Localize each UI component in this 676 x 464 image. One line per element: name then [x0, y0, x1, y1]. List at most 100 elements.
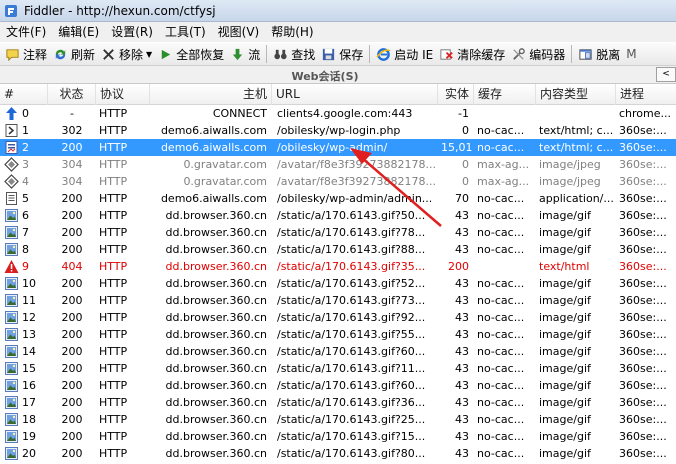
session-row[interactable]: 2 200 HTTP demo6.aiwalls.com/obilesky/wp-ad…: [0, 139, 676, 156]
session-cache: no-cac...: [477, 192, 525, 205]
session-host: dd.browser.360.cn: [165, 430, 267, 443]
reissue-button[interactable]: 刷新: [50, 43, 98, 65]
remove-x-icon: [103, 48, 114, 60]
session-url: /static/a/170.6143.gif?60...: [277, 379, 426, 392]
session-row[interactable]: 12 200 HTTP dd.browser.360.cn/static/a/170.…: [0, 309, 676, 326]
play-icon: [161, 49, 171, 59]
menu-file[interactable]: 文件(F): [0, 22, 52, 42]
find-label: 查找: [291, 47, 316, 62]
session-row[interactable]: 6 200 HTTP dd.browser.360.cn/static/a/170.6…: [0, 207, 676, 224]
remove-button[interactable]: 移除 ▼: [98, 43, 155, 65]
session-url: /static/a/170.6143.gif?15...: [277, 430, 426, 443]
menu-settings[interactable]: 设置(R): [105, 22, 159, 42]
launch-ie-button[interactable]: 启动 IE: [373, 43, 436, 65]
column-header-content-type[interactable]: 内容类型: [536, 84, 616, 105]
column-header-num[interactable]: #: [0, 84, 48, 105]
session-host: dd.browser.360.cn: [165, 328, 267, 341]
session-process: 360se:...: [619, 328, 667, 341]
save-button[interactable]: 保存: [318, 43, 366, 65]
session-status: 200: [61, 447, 83, 460]
session-row[interactable]: 3 304 HTTP 0.gravatar.com/avatar/f8e3f39273…: [0, 156, 676, 173]
session-body-size: 43: [455, 379, 469, 392]
session-content-type: image/gif: [539, 311, 591, 324]
session-row[interactable]: 19 200 HTTP dd.browser.360.cn/static/a/170.…: [0, 428, 676, 445]
session-process: 360se:...: [619, 413, 667, 426]
image-icon: [5, 226, 18, 239]
launch-ie-label: 启动 IE: [394, 47, 434, 62]
session-number: 8: [22, 243, 29, 256]
resume-all-button[interactable]: 全部恢复: [155, 43, 227, 65]
clear-cache-button[interactable]: 清除缓存: [436, 43, 508, 65]
find-button[interactable]: 查找: [270, 43, 318, 65]
session-number: 5: [22, 192, 29, 205]
session-row[interactable]: 14 200 HTTP dd.browser.360.cn/static/a/170.…: [0, 343, 676, 360]
session-number: 18: [22, 413, 36, 426]
session-process: 360se:...: [619, 209, 667, 222]
session-row[interactable]: 20 200 HTTP dd.browser.360.cn/static/a/170.…: [0, 445, 676, 462]
session-cache: no-cac...: [477, 209, 525, 222]
session-status: -: [70, 107, 74, 120]
menu-view[interactable]: 视图(V): [212, 22, 266, 42]
session-content-type: text/html: [539, 260, 590, 273]
web-sessions-header: Web会话(S) <: [0, 66, 676, 84]
menu-tools[interactable]: 工具(T): [159, 22, 212, 42]
column-header-host[interactable]: 主机: [150, 84, 272, 105]
session-status: 304: [61, 158, 83, 171]
session-host: 0.gravatar.com: [183, 175, 267, 188]
clear-cache-icon: [440, 48, 453, 60]
session-row[interactable]: 10 200 HTTP dd.browser.360.cn/static/a/170.…: [0, 275, 676, 292]
column-header-body[interactable]: 实体: [438, 84, 474, 105]
session-status: 200: [61, 226, 83, 239]
stream-button[interactable]: 流: [227, 43, 263, 65]
session-row[interactable]: 18 200 HTTP dd.browser.360.cn/static/a/170.…: [0, 411, 676, 428]
column-header-status[interactable]: 状态: [48, 84, 96, 105]
session-process: 360se:...: [619, 447, 667, 460]
session-url: /static/a/170.6143.gif?50...: [277, 209, 426, 222]
session-process: 360se:...: [619, 277, 667, 290]
column-header-protocol[interactable]: 协议: [96, 84, 150, 105]
reissue-label: 刷新: [71, 47, 96, 62]
session-row[interactable]: 1 302 HTTP demo6.aiwalls.com/obilesky/wp-lo…: [0, 122, 676, 139]
session-row[interactable]: 8 200 HTTP dd.browser.360.cn/static/a/170.6…: [0, 241, 676, 258]
encoder-button[interactable]: 编码器: [508, 43, 568, 65]
session-row[interactable]: 7 200 HTTP dd.browser.360.cn/static/a/170.6…: [0, 224, 676, 241]
session-row[interactable]: 17 200 HTTP dd.browser.360.cn/static/a/170.…: [0, 394, 676, 411]
session-content-type: image/gif: [539, 413, 591, 426]
session-process: 360se:...: [619, 158, 667, 171]
column-header-process[interactable]: 进程: [616, 84, 676, 105]
menu-help[interactable]: 帮助(H): [265, 22, 319, 42]
title-bar: Fiddler - http://hexun.com/ctfysj: [0, 0, 676, 22]
session-host: demo6.aiwalls.com: [160, 141, 267, 154]
binoculars-icon: [274, 49, 287, 59]
session-status: 200: [61, 294, 83, 307]
comment-button[interactable]: 注释: [2, 43, 50, 65]
column-header-url[interactable]: URL: [272, 84, 438, 105]
session-host: dd.browser.360.cn: [165, 311, 267, 324]
session-row[interactable]: 4 304 HTTP 0.gravatar.com/avatar/f8e3f39273…: [0, 173, 676, 190]
session-host: demo6.aiwalls.com: [160, 192, 267, 205]
session-status: 302: [61, 124, 83, 137]
session-content-type: image/gif: [539, 209, 591, 222]
session-content-type: image/gif: [539, 396, 591, 409]
menu-edit[interactable]: 编辑(E): [52, 22, 105, 42]
session-status: 200: [61, 141, 83, 154]
session-row[interactable]: 16 200 HTTP dd.browser.360.cn/static/a/170.…: [0, 377, 676, 394]
scroll-left-button[interactable]: <: [656, 67, 676, 82]
session-content-type: text/html; c...: [539, 141, 614, 154]
session-row[interactable]: 15 200 HTTP dd.browser.360.cn/static/a/170.…: [0, 360, 676, 377]
session-row[interactable]: 11 200 HTTP dd.browser.360.cn/static/a/170.…: [0, 292, 676, 309]
image-icon: [5, 243, 18, 256]
detach-button[interactable]: 脱离: [575, 43, 623, 65]
session-protocol: HTTP: [99, 158, 128, 171]
more-toolbar-icon[interactable]: M: [623, 43, 639, 65]
session-protocol: HTTP: [99, 141, 128, 154]
column-header-cache[interactable]: 缓存: [474, 84, 536, 105]
session-row[interactable]: 0 - HTTP CONNECT clients4.google.com:443 -1 ch…: [0, 105, 676, 122]
session-content-type: image/gif: [539, 277, 591, 290]
session-row[interactable]: 5 200 HTTP demo6.aiwalls.com/obilesky/wp-ad…: [0, 190, 676, 207]
session-row[interactable]: 13 200 HTTP dd.browser.360.cn/static/a/170.…: [0, 326, 676, 343]
session-url: /obilesky/wp-login.php: [277, 124, 401, 137]
session-process: 360se:...: [619, 430, 667, 443]
session-row[interactable]: 9 404 HTTP dd.browser.360.cn/static/a/170.6…: [0, 258, 676, 275]
session-content-type: application/...: [539, 192, 614, 205]
